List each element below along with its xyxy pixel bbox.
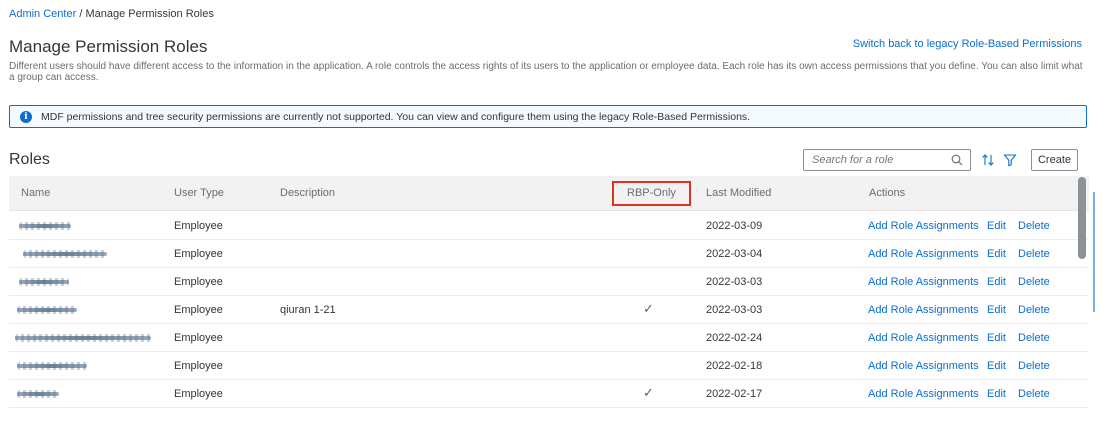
cell-last-modified: 2022-03-03 bbox=[706, 276, 763, 288]
roles-title: Roles bbox=[9, 151, 50, 168]
cell-last-modified: 2022-02-17 bbox=[706, 388, 763, 400]
edit-link[interactable]: Edit bbox=[987, 324, 1006, 352]
cell-user-type: Employee bbox=[174, 304, 223, 316]
column-header-last-modified[interactable]: Last Modified bbox=[706, 176, 771, 211]
add-role-assignments-link[interactable]: Add Role Assignments bbox=[868, 324, 979, 352]
edit-link[interactable]: Edit bbox=[987, 240, 1006, 268]
cell-last-modified: 2022-03-03 bbox=[706, 304, 763, 316]
table-row[interactable]: Employee 2022-02-18 Add Role Assignments… bbox=[9, 352, 1089, 380]
sort-icon[interactable] bbox=[980, 152, 996, 168]
add-role-assignments-link[interactable]: Add Role Assignments bbox=[868, 352, 979, 380]
breadcrumb-current: Manage Permission Roles bbox=[85, 8, 214, 20]
focus-edge-indicator bbox=[1093, 192, 1095, 312]
add-role-assignments-link[interactable]: Add Role Assignments bbox=[868, 296, 979, 324]
cell-user-type: Employee bbox=[174, 332, 223, 344]
delete-link[interactable]: Delete bbox=[1018, 324, 1050, 352]
page-description: Different users should have different ac… bbox=[9, 61, 1083, 83]
info-message-strip: i MDF permissions and tree security perm… bbox=[9, 105, 1087, 128]
rbp-only-check: ✓ bbox=[643, 302, 654, 317]
redacted-role-name bbox=[17, 306, 77, 314]
info-message-text: MDF permissions and tree security permis… bbox=[41, 110, 751, 123]
column-header-actions: Actions bbox=[869, 187, 906, 199]
scrollbar-thumb[interactable] bbox=[1078, 177, 1086, 259]
cell-last-modified: 2022-02-24 bbox=[706, 332, 763, 344]
add-role-assignments-link[interactable]: Add Role Assignments bbox=[868, 268, 979, 296]
page-title: Manage Permission Roles bbox=[9, 37, 208, 56]
legacy-rbp-link[interactable]: Switch back to legacy Role-Based Permiss… bbox=[853, 38, 1082, 50]
cell-last-modified: 2022-03-09 bbox=[706, 220, 763, 232]
table-row[interactable]: Employee 2022-03-09 Add Role Assignments… bbox=[9, 212, 1089, 240]
cell-user-type: Employee bbox=[174, 248, 223, 260]
roles-table: Name User Type Description RBP-Only Last… bbox=[9, 176, 1089, 430]
add-role-assignments-link[interactable]: Add Role Assignments bbox=[868, 240, 979, 268]
info-icon: i bbox=[20, 110, 32, 123]
edit-link[interactable]: Edit bbox=[987, 268, 1006, 296]
role-search-input[interactable] bbox=[812, 154, 942, 166]
column-header-name[interactable]: Name bbox=[21, 176, 50, 211]
delete-link[interactable]: Delete bbox=[1018, 268, 1050, 296]
redacted-role-name bbox=[15, 334, 151, 342]
cell-user-type: Employee bbox=[174, 276, 223, 288]
breadcrumb: Admin Center / Manage Permission Roles bbox=[9, 8, 214, 20]
delete-link[interactable]: Delete bbox=[1018, 296, 1050, 324]
add-role-assignments-link[interactable]: Add Role Assignments bbox=[868, 212, 979, 240]
edit-link[interactable]: Edit bbox=[987, 296, 1006, 324]
search-icon[interactable] bbox=[951, 154, 963, 166]
table-scrollbar[interactable] bbox=[1077, 177, 1087, 430]
delete-link[interactable]: Delete bbox=[1018, 212, 1050, 240]
table-row[interactable]: Employee 2022-03-03 Add Role Assignments… bbox=[9, 268, 1089, 296]
add-role-assignments-link[interactable]: Add Role Assignments bbox=[868, 380, 979, 408]
table-row[interactable]: Employee 2022-03-04 Add Role Assignments… bbox=[9, 240, 1089, 268]
redacted-role-name bbox=[19, 222, 71, 230]
cell-user-type: Employee bbox=[174, 220, 223, 232]
delete-link[interactable]: Delete bbox=[1018, 352, 1050, 380]
table-row[interactable]: Employee ✓ 2022-02-17 Add Role Assignmen… bbox=[9, 380, 1089, 408]
role-search-box[interactable] bbox=[803, 149, 971, 171]
table-row[interactable]: Employee qiuran 1-21 ✓ 2022-03-03 Add Ro… bbox=[9, 296, 1089, 324]
cell-description: qiuran 1-21 bbox=[280, 304, 336, 316]
edit-link[interactable]: Edit bbox=[987, 212, 1006, 240]
delete-link[interactable]: Delete bbox=[1018, 380, 1050, 408]
column-header-description[interactable]: Description bbox=[280, 176, 335, 211]
filter-icon[interactable] bbox=[1002, 152, 1018, 168]
redacted-role-name bbox=[19, 278, 69, 286]
create-role-button[interactable]: Create bbox=[1031, 149, 1078, 171]
rbp-only-check: ✓ bbox=[643, 386, 654, 401]
edit-link[interactable]: Edit bbox=[987, 380, 1006, 408]
edit-link[interactable]: Edit bbox=[987, 352, 1006, 380]
cell-last-modified: 2022-03-04 bbox=[706, 248, 763, 260]
column-header-rbp-only[interactable]: RBP-Only bbox=[612, 181, 691, 206]
redacted-role-name bbox=[17, 390, 59, 398]
breadcrumb-admin-center-link[interactable]: Admin Center bbox=[9, 8, 76, 20]
table-row[interactable]: Employee 2022-02-24 Add Role Assignments… bbox=[9, 324, 1089, 352]
column-header-user-type[interactable]: User Type bbox=[174, 176, 224, 211]
cell-user-type: Employee bbox=[174, 388, 223, 400]
cell-last-modified: 2022-02-18 bbox=[706, 360, 763, 372]
redacted-role-name bbox=[23, 250, 107, 258]
table-header: Name User Type Description RBP-Only Last… bbox=[9, 176, 1089, 211]
delete-link[interactable]: Delete bbox=[1018, 240, 1050, 268]
redacted-role-name bbox=[17, 362, 87, 370]
cell-user-type: Employee bbox=[174, 360, 223, 372]
